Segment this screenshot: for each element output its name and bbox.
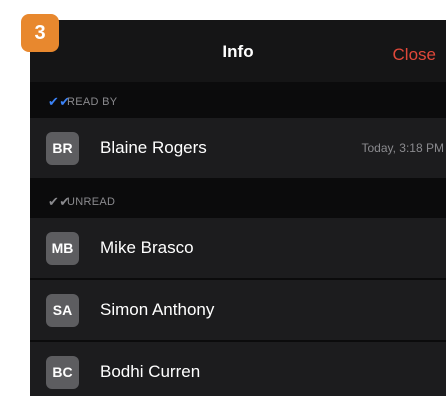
- list-item-bodhi-curren[interactable]: BC Bodhi Curren: [30, 342, 446, 396]
- section-header-read-by: ✔✔ READ BY: [30, 82, 446, 118]
- list-item-simon-anthony[interactable]: SA Simon Anthony: [30, 280, 446, 340]
- avatar: BC: [46, 356, 79, 389]
- read-timestamp: Today, 3:18 PM: [361, 141, 445, 155]
- close-button[interactable]: Close: [393, 45, 436, 65]
- list-item-mike-brasco[interactable]: MB Mike Brasco: [30, 218, 446, 278]
- member-name: Simon Anthony: [100, 300, 215, 319]
- avatar: MB: [46, 232, 79, 265]
- member-name: Blaine Rogers: [100, 138, 207, 157]
- section-header-unread: ✔✔ UNREAD: [30, 182, 446, 218]
- section-label: UNREAD: [67, 196, 116, 208]
- avatar: SA: [46, 294, 79, 327]
- avatar: BR: [46, 132, 79, 165]
- page-title: Info: [222, 42, 254, 61]
- list-item-blaine-rogers[interactable]: BR Blaine Rogers Today, 3:18 PM: [30, 118, 446, 178]
- section-label: READ BY: [67, 96, 118, 108]
- member-name: Bodhi Curren: [100, 362, 201, 381]
- read-receipts-screen: Info Close ✔✔ READ BY BR Blaine Rogers T…: [30, 20, 446, 396]
- member-name: Mike Brasco: [100, 238, 194, 257]
- navigation-bar: Info Close: [30, 20, 446, 82]
- step-number-badge: 3: [21, 14, 59, 52]
